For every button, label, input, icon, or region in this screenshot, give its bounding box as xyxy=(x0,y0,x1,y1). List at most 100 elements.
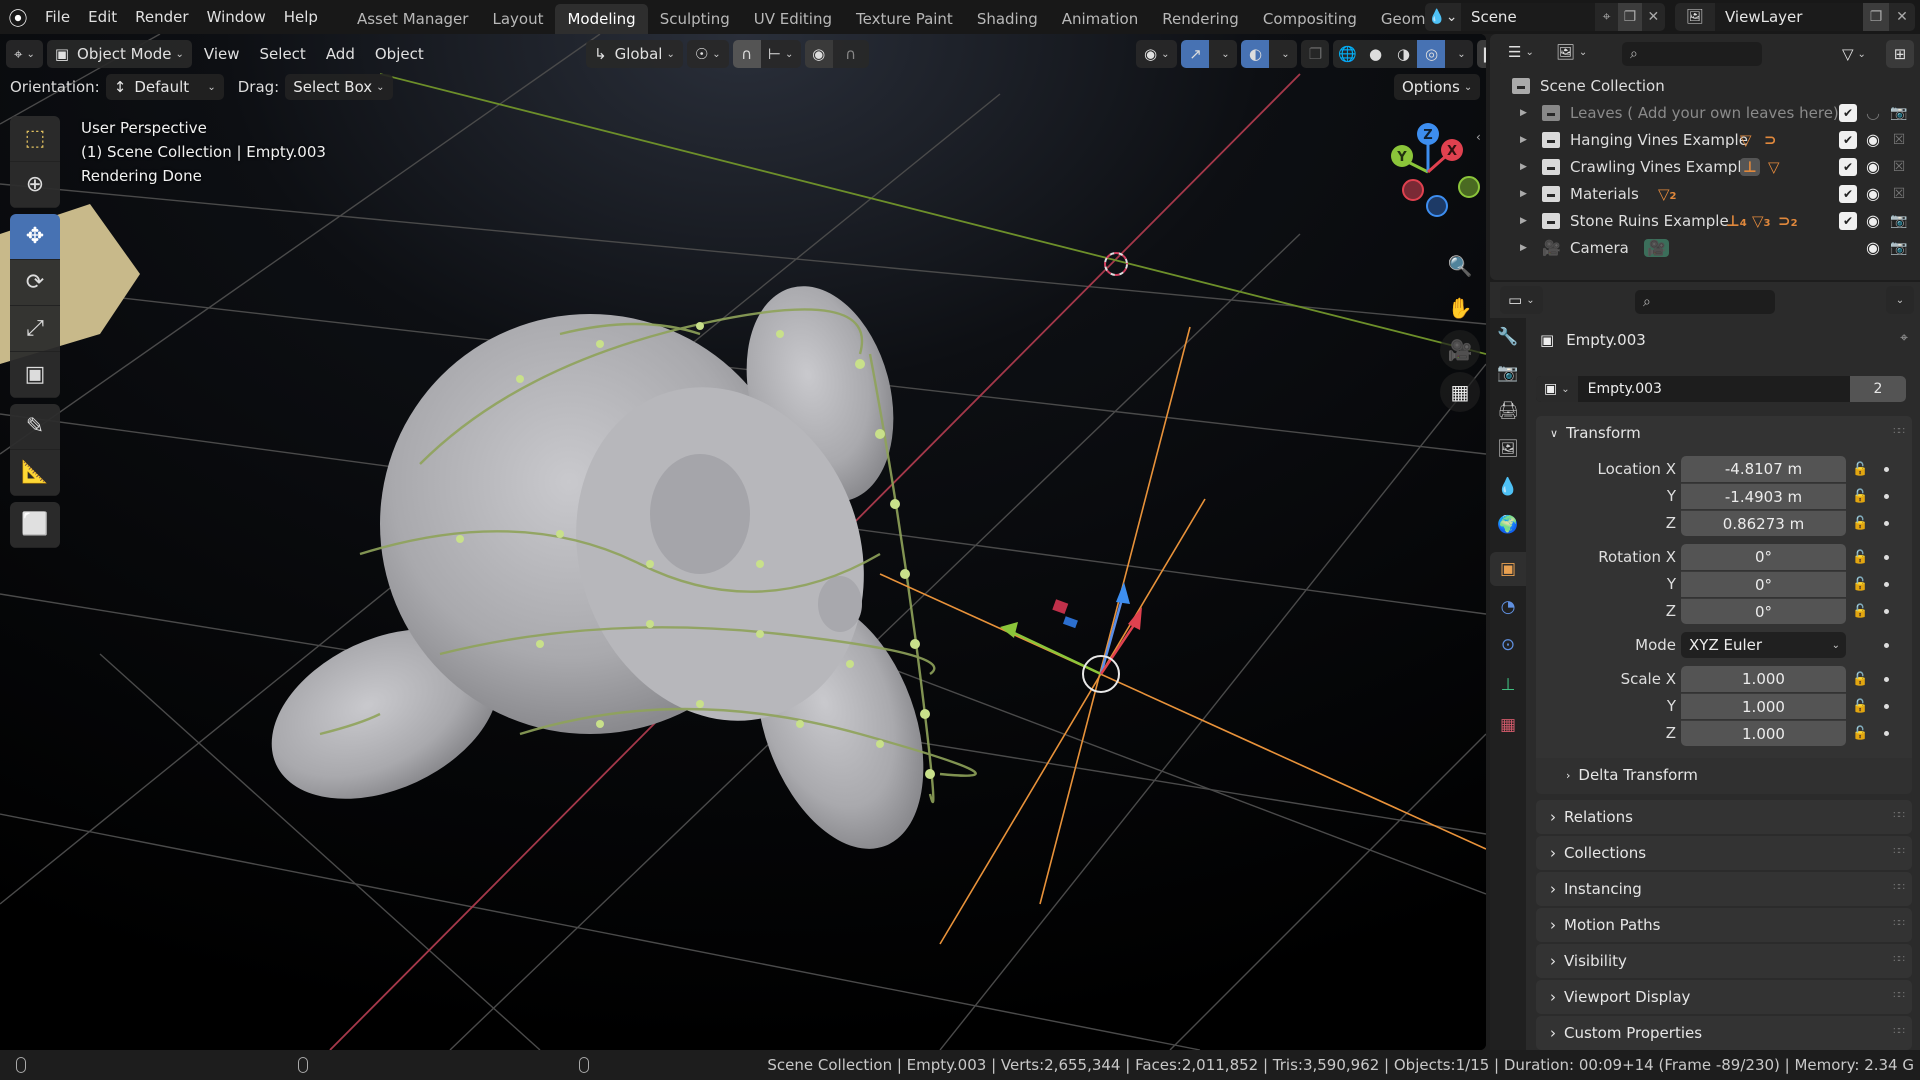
gizmo-neg-x[interactable] xyxy=(1402,179,1424,201)
rotation-y-field[interactable]: 0° xyxy=(1681,571,1846,597)
drag-grip-icon[interactable]: ∷∷ xyxy=(1893,954,1905,965)
camera-data-icon[interactable]: 🎥 xyxy=(1644,238,1669,257)
measure-icon[interactable]: 📐 xyxy=(10,450,60,496)
properties-options-dropdown[interactable]: ⌄ xyxy=(1886,286,1914,314)
scene-icon[interactable]: 💧⌄ xyxy=(1425,3,1461,31)
menu-edit[interactable]: Edit xyxy=(79,0,126,34)
render-camera-icon[interactable]: 📷 xyxy=(1890,212,1908,230)
xray-toggle-icon[interactable]: ❐ xyxy=(1301,40,1330,68)
annotate-icon[interactable]: ✎ xyxy=(10,404,60,450)
tab-rendering[interactable]: Rendering xyxy=(1150,4,1251,34)
curve-icon[interactable]: ⊃ xyxy=(1764,131,1777,149)
mesh-icon[interactable]: ▽2 xyxy=(1658,185,1677,203)
lock-icon[interactable]: 🔓 xyxy=(1852,550,1868,565)
object-type-dropdown[interactable]: ▣ ⌄ xyxy=(1536,376,1578,402)
mesh-icon[interactable]: ▽3 xyxy=(1752,212,1771,230)
gizmo-neg-z[interactable] xyxy=(1426,195,1448,217)
rotation-mode-dropdown[interactable]: XYZ Euler ⌄ xyxy=(1681,632,1846,658)
curve-icon[interactable]: ⊃2 xyxy=(1778,212,1798,230)
exclude-checkbox[interactable]: ✔ xyxy=(1839,130,1857,149)
rotate-icon[interactable]: ⟳ xyxy=(10,260,60,306)
expand-arrow-icon[interactable]: ▶ xyxy=(1520,189,1534,199)
perspective-toggle-icon[interactable]: ▦ xyxy=(1440,372,1480,412)
display-mode-dropdown[interactable]: 🖼 ⌄ xyxy=(1547,38,1596,66)
outliner-row[interactable]: ▶ Materials ▽2 ✔ ◉ ☒ xyxy=(1490,180,1920,207)
lock-icon[interactable]: 🔓 xyxy=(1852,604,1868,619)
drag-grip-icon[interactable]: ∷∷ xyxy=(1893,1026,1905,1037)
empty-icon[interactable]: ⊥4 xyxy=(1726,212,1747,230)
eye-icon[interactable]: ◉ xyxy=(1864,238,1882,257)
tab-constraints-icon[interactable]: ⊙ xyxy=(1490,628,1526,662)
lock-icon[interactable]: 🔓 xyxy=(1852,699,1868,714)
keyframe-dot[interactable] xyxy=(1884,730,1889,736)
pin-icon[interactable]: ⌖ xyxy=(1595,3,1618,31)
gizmo-z-axis[interactable]: Z xyxy=(1417,123,1439,145)
custom-properties-panel[interactable]: › Custom Properties ∷∷ xyxy=(1536,1016,1912,1050)
empty-icon[interactable]: ⊥ xyxy=(1740,157,1760,176)
tab-sculpting[interactable]: Sculpting xyxy=(648,4,742,34)
keyframe-dot[interactable] xyxy=(1884,608,1889,614)
tab-scene-icon[interactable]: 💧 xyxy=(1490,470,1526,504)
expand-arrow-icon[interactable]: ▶ xyxy=(1520,135,1534,145)
proportional-edit-icon[interactable]: ◉ xyxy=(804,40,833,68)
expand-arrow-icon[interactable]: ▶ xyxy=(1520,243,1534,253)
drag-grip-icon[interactable]: ∷∷ xyxy=(1893,882,1905,893)
render-camera-icon[interactable]: 📷 xyxy=(1890,239,1908,257)
hidden-eye-icon[interactable]: ◡ xyxy=(1864,103,1882,122)
snap-toggle-icon[interactable]: ∩ xyxy=(732,40,761,68)
close-scene-icon[interactable]: ✕ xyxy=(1642,3,1665,31)
outliner-row[interactable]: ▶ Leaves ( Add your own leaves here) ✔ ◡… xyxy=(1490,99,1920,126)
keyframe-dot[interactable] xyxy=(1884,493,1889,499)
outliner-row[interactable]: ▶ Crawling Vines Example ⊥ ▽ ✔ ◉ ☒ xyxy=(1490,153,1920,180)
material-shading-icon[interactable]: ◑ xyxy=(1389,40,1418,68)
eye-icon[interactable]: ◉ xyxy=(1864,130,1882,149)
lock-icon[interactable]: 🔓 xyxy=(1852,462,1868,477)
transform-icon[interactable]: ▣ xyxy=(10,352,60,398)
pin-icon[interactable]: ⌖ xyxy=(1900,330,1908,346)
pivot-point-dropdown[interactable]: ☉ ⌄ xyxy=(686,40,729,68)
select-box-icon[interactable]: ⬚ xyxy=(10,116,60,162)
menu-add[interactable]: Add xyxy=(318,40,363,68)
shading-dropdown[interactable]: ⌄ xyxy=(1445,40,1474,68)
tab-asset-manager[interactable]: Asset Manager xyxy=(345,4,481,34)
mode-dropdown[interactable]: ▣ Object Mode ⌄ xyxy=(46,40,192,68)
object-name-field[interactable]: ▣ ⌄ Empty.003 2 xyxy=(1536,376,1906,402)
mesh-icon[interactable]: ▽ xyxy=(1768,158,1780,176)
tab-animation[interactable]: Animation xyxy=(1050,4,1150,34)
keyframe-dot[interactable] xyxy=(1884,520,1889,526)
rendered-shading-icon[interactable]: ◎ xyxy=(1417,40,1446,68)
eye-icon[interactable]: ◉ xyxy=(1864,184,1882,203)
eye-icon[interactable]: ◉ xyxy=(1864,157,1882,176)
mesh-icon[interactable]: ▽ xyxy=(1740,131,1752,149)
location-x-field[interactable]: -4.8107 m xyxy=(1681,456,1846,482)
lock-icon[interactable]: 🔓 xyxy=(1852,489,1868,504)
blender-logo-icon[interactable]: ⦿ xyxy=(0,0,36,34)
properties-editor-type[interactable]: ▭ ⌄ xyxy=(1500,286,1543,314)
keyframe-dot[interactable] xyxy=(1884,642,1889,648)
cursor-icon[interactable]: ⊕ xyxy=(10,162,60,208)
expand-arrow-icon[interactable]: ▶ xyxy=(1520,108,1534,118)
pause-render-icon[interactable]: ❙❙ xyxy=(1477,40,1486,68)
overlays-toggle-icon[interactable]: ◐ xyxy=(1241,40,1270,68)
tab-output-icon[interactable]: 🖨 xyxy=(1490,394,1526,428)
menu-select[interactable]: Select xyxy=(252,40,314,68)
add-cube-icon[interactable]: ⬜ xyxy=(10,502,60,548)
render-disabled-icon[interactable]: ☒ xyxy=(1890,131,1908,149)
user-count[interactable]: 2 xyxy=(1850,376,1906,402)
menu-file[interactable]: File xyxy=(36,0,79,34)
tab-render-icon[interactable]: 📷 xyxy=(1490,356,1526,390)
eye-icon[interactable]: ◉ xyxy=(1864,211,1882,230)
tab-modeling[interactable]: Modeling xyxy=(555,4,648,34)
menu-help[interactable]: Help xyxy=(275,0,327,34)
solid-shading-icon[interactable]: ● xyxy=(1361,40,1390,68)
outliner-search-input[interactable]: ⌕ xyxy=(1622,42,1762,66)
navigation-gizmo[interactable]: Z Y X xyxy=(1372,110,1486,240)
snap-target-dropdown[interactable]: ⊢ ⌄ xyxy=(760,40,801,68)
outliner-editor-type[interactable]: ☰ ⌄ xyxy=(1500,38,1542,66)
location-y-field[interactable]: -1.4903 m xyxy=(1681,483,1846,509)
keyframe-dot[interactable] xyxy=(1884,676,1889,682)
drag-grip-icon[interactable]: ∷∷ xyxy=(1893,846,1905,857)
transform-panel-header[interactable]: ∨ Transform ∷∷ xyxy=(1536,416,1912,450)
viewlayer-name-field[interactable]: ViewLayer xyxy=(1715,3,1863,31)
tab-view-layer-icon[interactable]: 🖼 xyxy=(1490,432,1526,466)
